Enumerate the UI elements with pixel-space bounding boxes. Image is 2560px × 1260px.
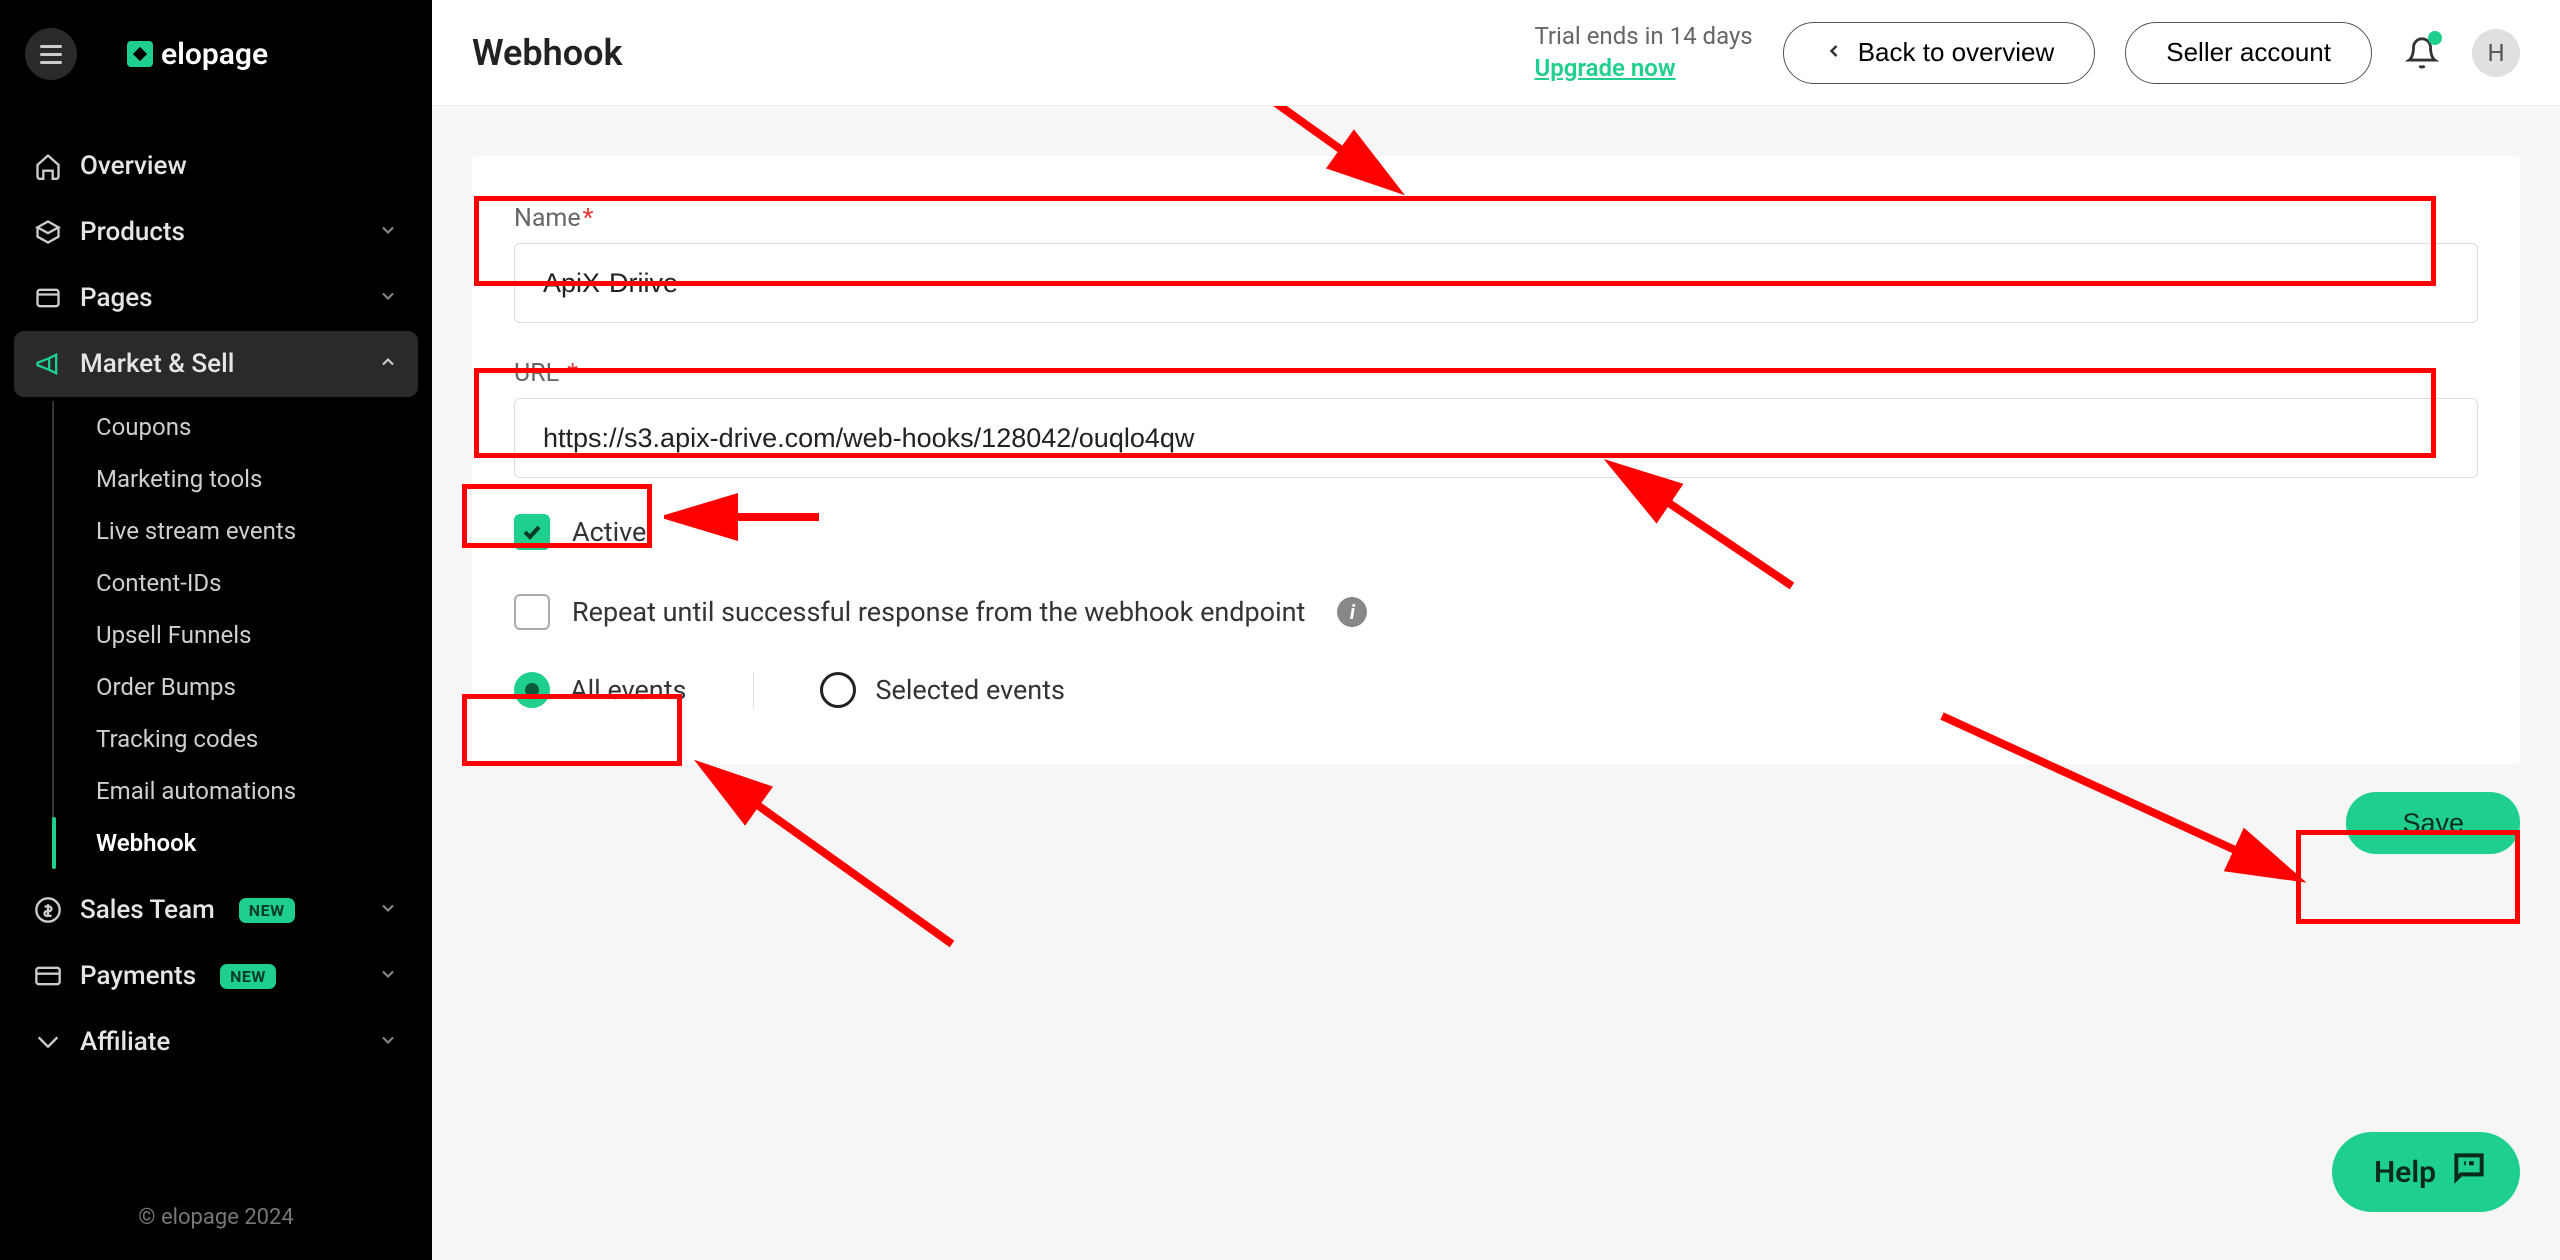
- submenu-tracking-codes[interactable]: Tracking codes: [86, 713, 418, 765]
- selected-events-label: Selected events: [876, 674, 1066, 706]
- sidebar-footer: © elopage 2024: [0, 1177, 432, 1260]
- new-badge: NEW: [220, 964, 276, 989]
- sidebar-item-affiliate[interactable]: Affiliate: [14, 1009, 418, 1075]
- box-icon: [34, 218, 62, 246]
- sidebar-item-label: Payments: [80, 961, 196, 991]
- submenu-live-stream[interactable]: Live stream events: [86, 505, 418, 557]
- megaphone-icon: [34, 350, 62, 378]
- hamburger-menu-button[interactable]: [25, 28, 77, 80]
- sidebar-item-sales-team[interactable]: Sales Team NEW: [14, 877, 418, 943]
- notifications-button[interactable]: [2402, 33, 2442, 73]
- card-icon: [34, 962, 62, 990]
- submenu-order-bumps[interactable]: Order Bumps: [86, 661, 418, 713]
- sidebar-item-pages[interactable]: Pages: [14, 265, 418, 331]
- trial-days-text: Trial ends in 14 days: [1534, 21, 1752, 52]
- sidebar-item-market-sell[interactable]: Market & Sell: [14, 331, 418, 397]
- name-field-label: Name*: [514, 204, 2478, 233]
- save-button[interactable]: Save: [2346, 792, 2520, 854]
- back-to-overview-button[interactable]: Back to overview: [1783, 22, 2096, 84]
- topbar: Webhook Trial ends in 14 days Upgrade no…: [432, 0, 2560, 106]
- sidebar-item-overview[interactable]: Overview: [14, 133, 418, 199]
- chevron-down-icon: [378, 283, 398, 313]
- submenu-upsell-funnels[interactable]: Upsell Funnels: [86, 609, 418, 661]
- sidebar-item-label: Pages: [80, 283, 153, 313]
- hamburger-icon: [40, 45, 62, 64]
- sidebar-submenu: Coupons Marketing tools Live stream even…: [52, 401, 418, 869]
- content-area: Name* URL * Active: [432, 106, 2560, 1260]
- chevron-down-icon: [378, 217, 398, 247]
- sidebar-item-label: Affiliate: [80, 1027, 170, 1057]
- all-events-label: All events: [570, 674, 687, 706]
- help-label: Help: [2374, 1155, 2436, 1190]
- handshake-icon: [34, 1028, 62, 1056]
- chevron-down-icon: [378, 895, 398, 925]
- seller-account-button[interactable]: Seller account: [2125, 22, 2372, 84]
- submenu-marketing-tools[interactable]: Marketing tools: [86, 453, 418, 505]
- main-content: Webhook Trial ends in 14 days Upgrade no…: [432, 0, 2560, 1260]
- chevron-left-icon: [1824, 37, 1844, 68]
- sidebar-item-payments[interactable]: Payments NEW: [14, 943, 418, 1009]
- repeat-checkbox[interactable]: [514, 594, 550, 630]
- brand-name: elopage: [161, 37, 268, 72]
- home-icon: [34, 152, 62, 180]
- trial-status: Trial ends in 14 days Upgrade now: [1534, 21, 1752, 83]
- active-checkbox[interactable]: [514, 514, 550, 550]
- brand-logo[interactable]: elopage: [127, 37, 268, 72]
- chevron-down-icon: [378, 1027, 398, 1057]
- page-title: Webhook: [472, 32, 623, 74]
- webhook-form-card: Name* URL * Active: [472, 156, 2520, 764]
- pages-icon: [34, 284, 62, 312]
- new-badge: NEW: [239, 898, 295, 923]
- selected-events-radio[interactable]: [820, 672, 856, 708]
- avatar[interactable]: H: [2472, 29, 2520, 77]
- sidebar-item-label: Products: [80, 217, 185, 247]
- chevron-down-icon: [378, 961, 398, 991]
- sidebar: elopage Overview Products: [0, 0, 432, 1260]
- sidebar-item-label: Market & Sell: [80, 349, 234, 379]
- url-field-label: URL *: [514, 359, 2478, 388]
- active-label: Active: [572, 516, 646, 548]
- submenu-coupons[interactable]: Coupons: [86, 401, 418, 453]
- submenu-content-ids[interactable]: Content-IDs: [86, 557, 418, 609]
- notification-dot-icon: [2428, 31, 2442, 45]
- avatar-initial: H: [2487, 39, 2504, 67]
- all-events-radio[interactable]: [514, 672, 550, 708]
- dollar-icon: [34, 896, 62, 924]
- annotation-arrow: [692, 754, 972, 964]
- url-input[interactable]: [514, 398, 2478, 478]
- sidebar-item-label: Sales Team: [80, 895, 215, 925]
- submenu-webhook[interactable]: Webhook: [86, 817, 418, 869]
- logo-mark-icon: [127, 41, 153, 67]
- sidebar-nav: Overview Products Pages: [0, 108, 432, 1177]
- sidebar-item-label: Overview: [80, 151, 187, 181]
- chat-icon: [2450, 1149, 2488, 1195]
- sidebar-item-products[interactable]: Products: [14, 199, 418, 265]
- repeat-label: Repeat until successful response from th…: [572, 596, 1305, 628]
- help-button[interactable]: Help: [2332, 1132, 2520, 1212]
- check-icon: [520, 520, 544, 544]
- divider: [753, 672, 754, 708]
- submenu-email-automations[interactable]: Email automations: [86, 765, 418, 817]
- upgrade-link[interactable]: Upgrade now: [1534, 54, 1675, 82]
- name-input[interactable]: [514, 243, 2478, 323]
- info-icon[interactable]: i: [1337, 597, 1367, 627]
- chevron-up-icon: [378, 349, 398, 379]
